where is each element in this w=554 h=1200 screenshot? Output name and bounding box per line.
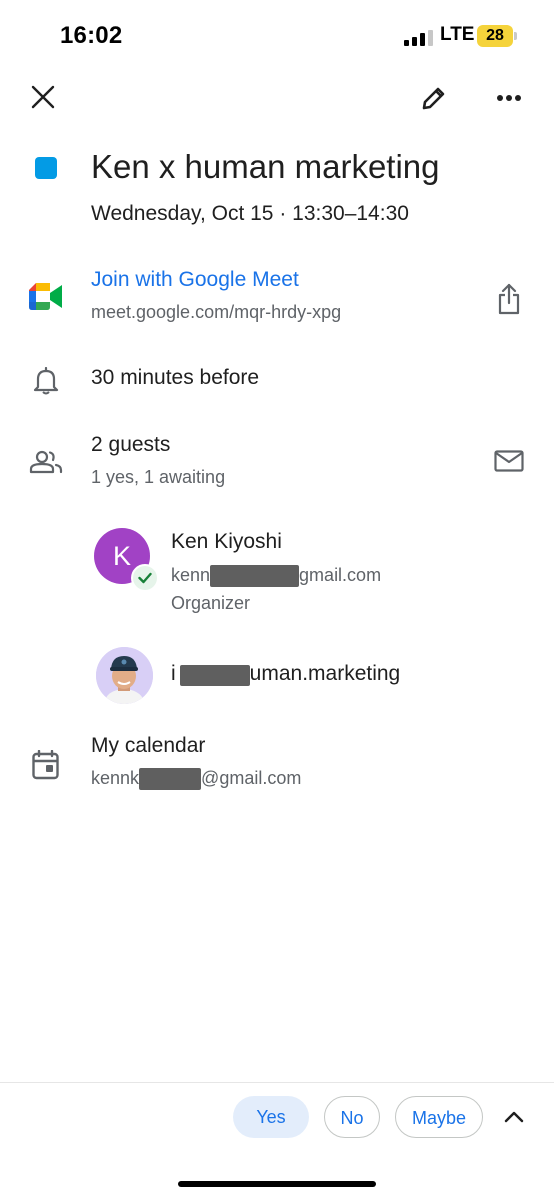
guest-email-start: kenn xyxy=(171,565,211,585)
people-icon xyxy=(29,450,63,474)
calendar-label: My calendar xyxy=(91,734,206,757)
email-guests-button[interactable] xyxy=(490,443,528,479)
edit-button[interactable] xyxy=(414,78,454,118)
home-indicator[interactable] xyxy=(178,1181,376,1187)
calendar-icon xyxy=(32,750,59,780)
pencil-icon xyxy=(422,87,445,110)
redaction-bar xyxy=(139,768,202,790)
calendar-email-end: @gmail.com xyxy=(201,768,302,788)
battery-indicator: 28 xyxy=(477,25,517,47)
event-color-swatch xyxy=(35,157,57,179)
bell-icon xyxy=(33,367,59,395)
network-type: LTE xyxy=(440,24,475,45)
expand-rsvp-button[interactable] xyxy=(497,1100,531,1134)
status-time: 16:02 xyxy=(60,22,123,49)
more-options-button[interactable] xyxy=(490,80,528,116)
calendar-email: kennk @gmail.com xyxy=(91,768,301,790)
join-meet-link[interactable]: Join with Google Meet xyxy=(91,268,299,292)
guest-photo-avatar[interactable] xyxy=(96,647,153,704)
guest-email[interactable]: kenn gmail.com xyxy=(171,565,381,587)
person-photo-icon xyxy=(96,647,153,704)
guest-email-end: gmail.com xyxy=(299,565,382,585)
event-title: Ken x human marketing xyxy=(91,148,440,185)
chevron-up-icon xyxy=(504,1111,524,1123)
redaction-bar xyxy=(179,665,250,686)
meet-url[interactable]: meet.google.com/mqr-hrdy-xpg xyxy=(91,302,341,323)
share-icon xyxy=(498,283,520,315)
notification-label[interactable]: 30 minutes before xyxy=(91,366,259,390)
more-horizontal-icon xyxy=(497,95,521,101)
google-meet-icon xyxy=(29,283,62,310)
check-icon xyxy=(138,572,152,584)
mail-icon xyxy=(494,450,524,472)
signal-strength-icon xyxy=(404,30,433,46)
bottom-divider xyxy=(0,1082,554,1083)
event-datetime: Wednesday, Oct 15 · 13:30–14:30 xyxy=(91,202,409,225)
share-button[interactable] xyxy=(490,280,528,318)
guest-email-2[interactable]: i uman.marketing xyxy=(171,662,400,686)
guest-role: Organizer xyxy=(171,593,251,613)
guest2-email-start: i xyxy=(171,662,176,685)
rsvp-maybe-button[interactable]: Maybe xyxy=(395,1096,483,1138)
guests-count: 2 guests xyxy=(91,433,171,456)
rsvp-no-button[interactable]: No xyxy=(324,1096,380,1138)
redaction-bar xyxy=(210,565,300,587)
close-button[interactable] xyxy=(24,78,62,116)
accepted-badge xyxy=(131,564,159,592)
close-icon xyxy=(31,85,55,109)
guests-summary: 1 yes, 1 awaiting xyxy=(91,467,226,487)
guest-name[interactable]: Ken Kiyoshi xyxy=(171,530,282,554)
guest2-email-end: uman.marketing xyxy=(249,662,401,685)
rsvp-yes-button[interactable]: Yes xyxy=(233,1096,309,1138)
calendar-email-start: kennk xyxy=(91,768,140,788)
